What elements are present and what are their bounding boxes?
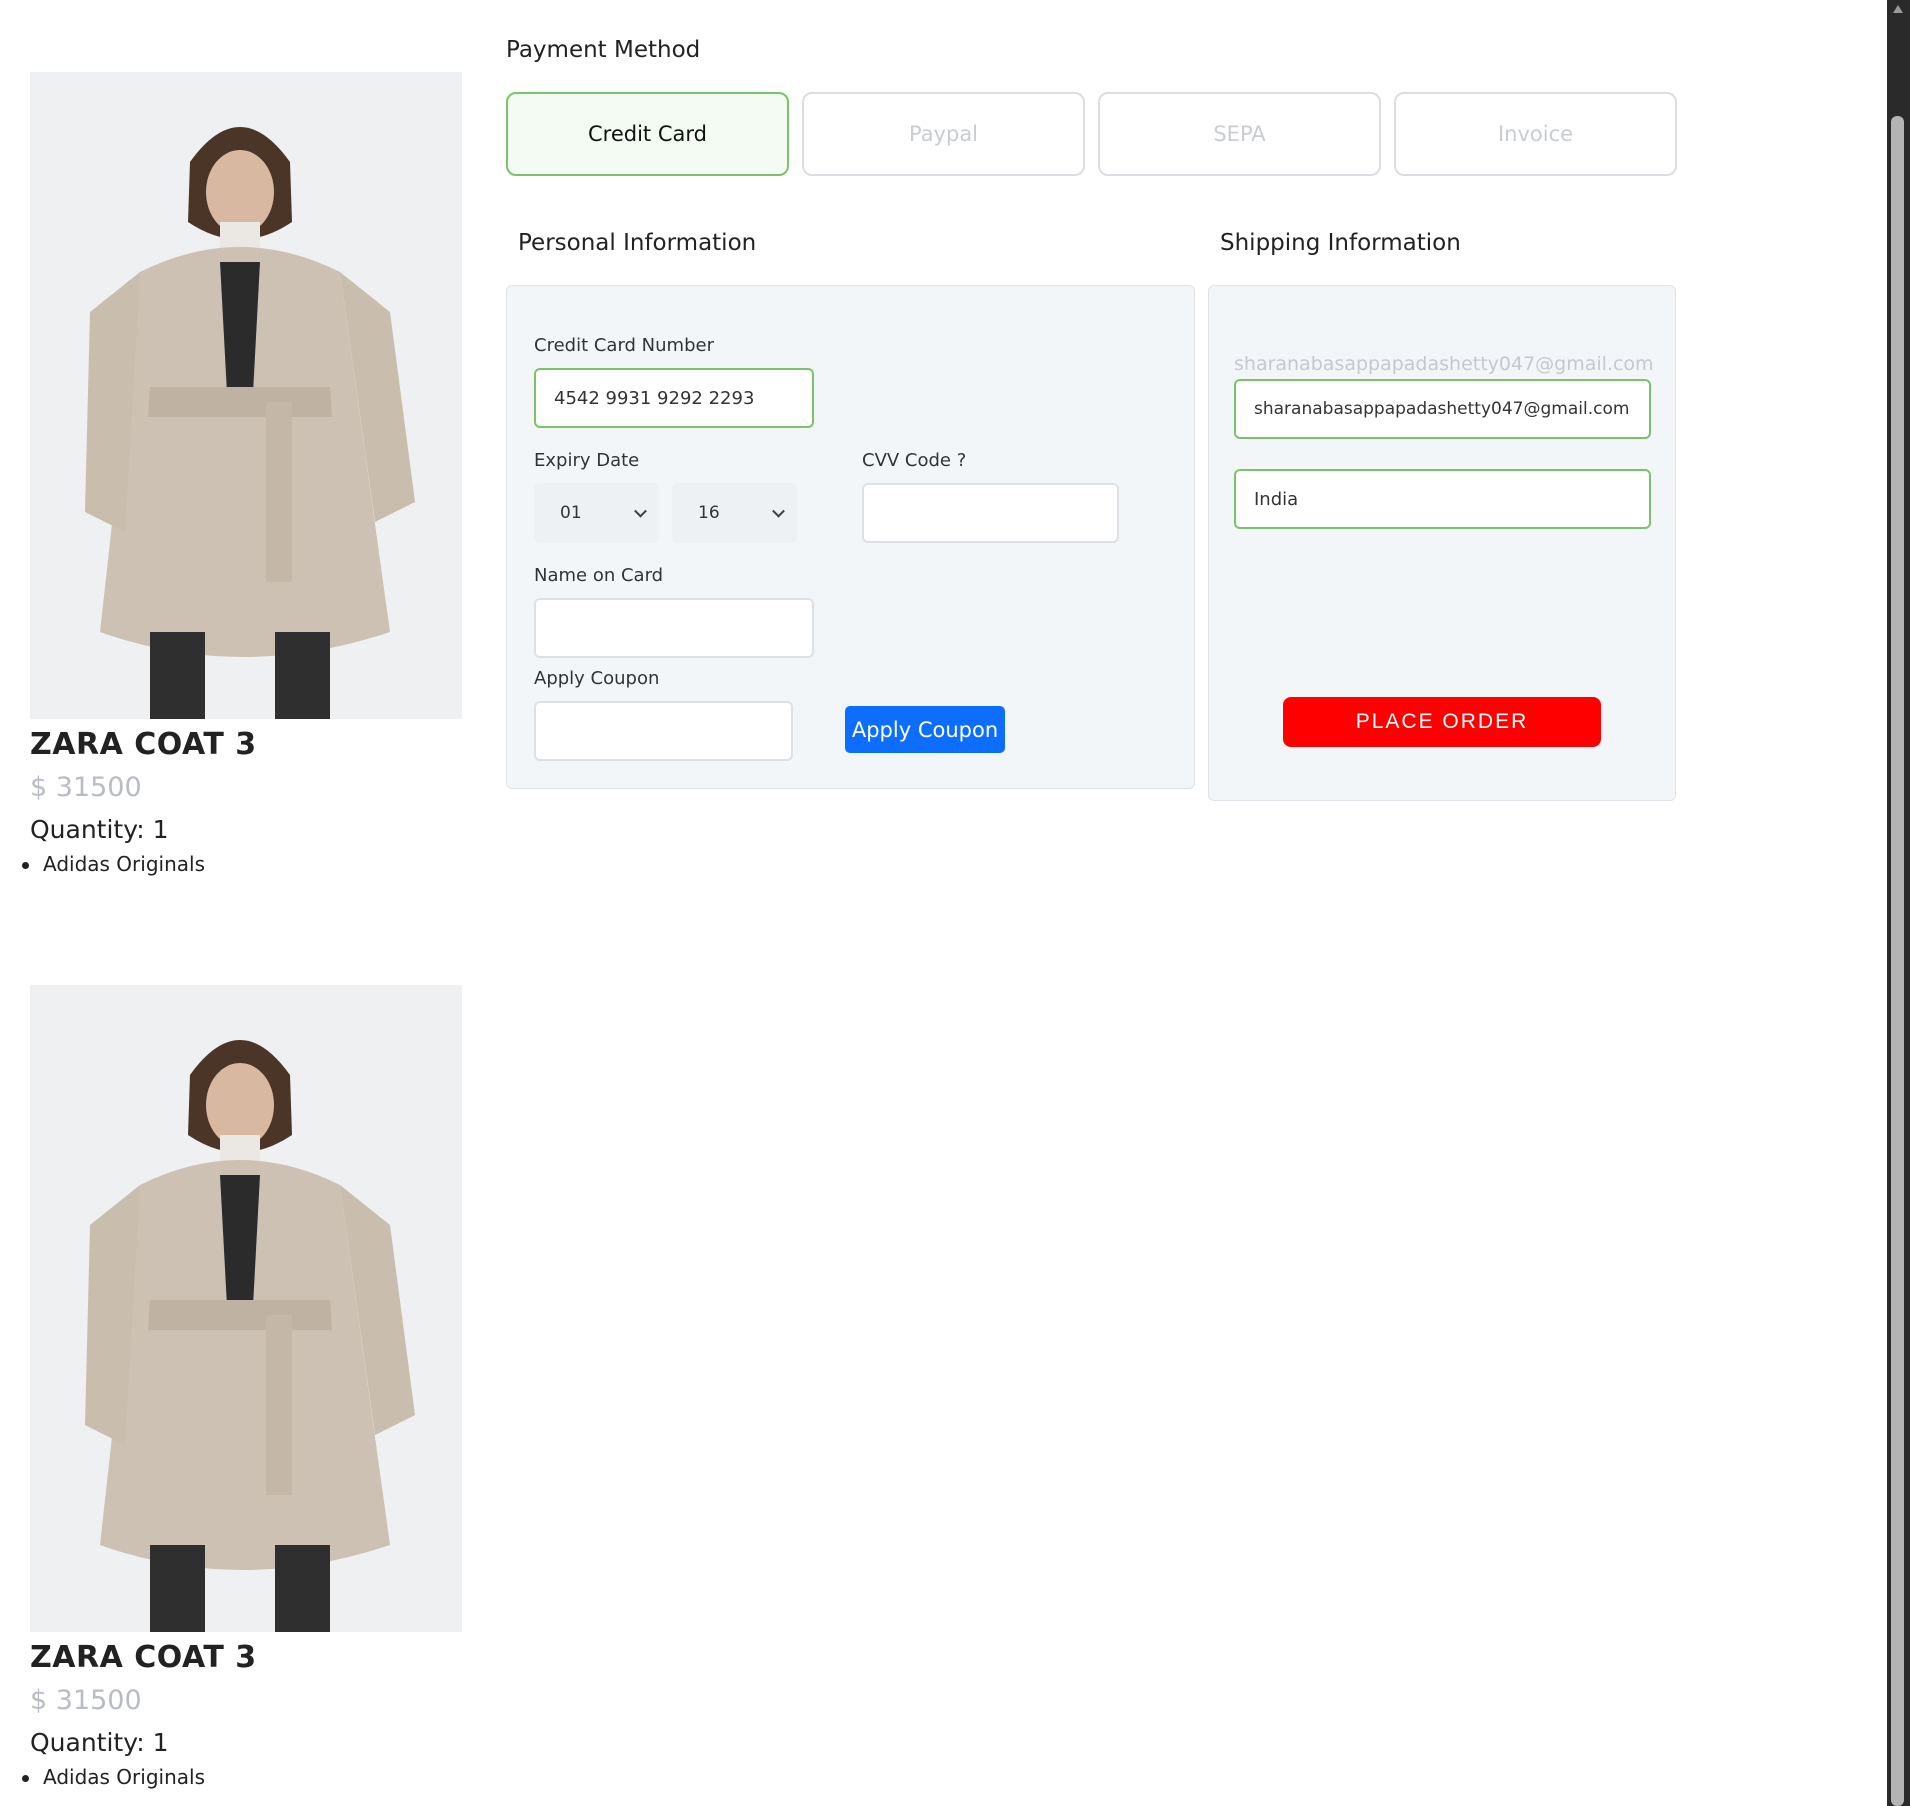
expiry-month-select[interactable]: 01	[534, 483, 659, 543]
expiry-date-label: Expiry Date	[534, 450, 640, 471]
product-quantity: Quantity: 1	[30, 1728, 169, 1757]
shipping-information-title: Shipping Information	[1220, 230, 1461, 256]
product-image[interactable]	[30, 985, 462, 1632]
scrollbar-thumb[interactable]	[1891, 116, 1904, 1806]
personal-information-title: Personal Information	[518, 230, 757, 256]
shipping-information-panel: sharanabasappapadashetty047@gmail.com sh…	[1208, 285, 1676, 801]
payment-tab-credit-card[interactable]: Credit Card	[506, 92, 789, 176]
personal-information-panel: Credit Card Number 4542 9931 9292 2293 E…	[506, 285, 1195, 789]
name-on-card-label: Name on Card	[534, 565, 664, 586]
product-title: ZARA COAT 3	[30, 1640, 257, 1675]
coat-photo-icon	[30, 72, 462, 719]
email-input[interactable]: sharanabasappapadashetty047@gmail.com	[1234, 379, 1651, 439]
product-brand-list: Adidas Originals	[22, 852, 462, 876]
email-hint: sharanabasappapadashetty047@gmail.com	[1234, 353, 1654, 375]
chevron-down-icon	[634, 504, 647, 518]
country-input[interactable]: India	[1234, 469, 1651, 529]
payment-method-title: Payment Method	[506, 37, 701, 63]
card-number-input[interactable]: 4542 9931 9292 2293	[534, 368, 814, 428]
payment-tab-sepa[interactable]: SEPA	[1098, 92, 1381, 176]
name-on-card-input[interactable]	[534, 598, 814, 658]
payment-tab-paypal[interactable]: Paypal	[802, 92, 1085, 176]
expiry-year-value: 16	[698, 503, 720, 523]
product-price: $ 31500	[30, 1685, 142, 1716]
scroll-up-arrow-icon[interactable]	[1893, 5, 1903, 13]
cvv-input[interactable]	[862, 483, 1119, 543]
product-title: ZARA COAT 3	[30, 727, 257, 762]
list-item: Adidas Originals	[22, 852, 462, 876]
expiry-year-select[interactable]: 16	[672, 483, 797, 543]
chevron-down-icon	[772, 504, 785, 518]
product-brand-list: Adidas Originals	[22, 1765, 462, 1789]
product-quantity: Quantity: 1	[30, 815, 169, 844]
payment-method-tabs: Credit Card Paypal SEPA Invoice	[506, 92, 1677, 176]
coupon-input[interactable]	[534, 701, 793, 761]
coat-photo-icon	[30, 985, 462, 1632]
product-image[interactable]	[30, 72, 462, 719]
card-number-label: Credit Card Number	[534, 335, 714, 356]
payment-tab-invoice[interactable]: Invoice	[1394, 92, 1677, 176]
apply-coupon-label: Apply Coupon	[534, 668, 660, 689]
apply-coupon-button[interactable]: Apply Coupon	[845, 706, 1005, 753]
expiry-month-value: 01	[560, 503, 582, 523]
place-order-button[interactable]: PLACE ORDER	[1283, 697, 1601, 747]
list-item: Adidas Originals	[22, 1765, 462, 1789]
product-card: ZARA COAT 3 $ 31500 Quantity: 1 Adidas O…	[22, 985, 462, 1789]
cvv-label: CVV Code ?	[862, 450, 967, 471]
page-scrollbar[interactable]	[1887, 0, 1910, 1806]
product-price: $ 31500	[30, 772, 142, 803]
product-card: ZARA COAT 3 $ 31500 Quantity: 1 Adidas O…	[22, 72, 462, 876]
